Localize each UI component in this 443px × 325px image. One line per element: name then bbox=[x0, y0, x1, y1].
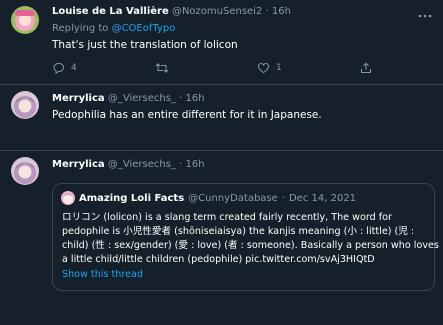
share-icon bbox=[361, 62, 371, 73]
quoted-tweet-text: ロリコン (lolicon) is a slang term created f… bbox=[62, 211, 439, 267]
quoted-tweet-avatar[interactable] bbox=[61, 191, 75, 205]
tweet-author-name[interactable]: Merrylica bbox=[52, 159, 105, 170]
tweet-author-handle[interactable]: @_Viersechs_ bbox=[108, 159, 176, 170]
quoted-text-line: ロリコン (lolicon) is a slang term created f… bbox=[62, 212, 392, 223]
tweet-author-handle[interactable]: @_Viersechs_ bbox=[108, 93, 176, 104]
retweet-button[interactable] bbox=[155, 62, 175, 74]
tweet-timestamp[interactable]: 16h bbox=[272, 6, 291, 17]
reply-icon bbox=[53, 63, 65, 74]
heart-icon bbox=[257, 62, 270, 74]
avatar-louise-image bbox=[11, 6, 39, 34]
avatar-merrylica[interactable] bbox=[11, 91, 39, 119]
separator-dot: · bbox=[179, 93, 183, 104]
replying-to: Replying to @COEofTypo bbox=[52, 22, 175, 35]
tweet-timestamp[interactable]: 16h bbox=[185, 159, 204, 170]
more-icon[interactable] bbox=[418, 6, 432, 25]
tweet-merrylica-1[interactable]: Merrylica @_Viersechs_ · 16h Pedophilia … bbox=[0, 85, 443, 151]
quoted-text-line: child) (性 : sex/gender) (愛 : love) (者 : … bbox=[62, 240, 439, 251]
separator-dot: · bbox=[179, 159, 183, 170]
tweet-author-name[interactable]: Louise de La Vallière bbox=[52, 6, 169, 17]
reply-button[interactable]: 4 bbox=[52, 62, 77, 74]
show-thread-link[interactable]: Show this thread bbox=[62, 268, 143, 281]
quoted-date[interactable]: Dec 14, 2021 bbox=[289, 192, 356, 205]
avatar-merrylica-image bbox=[11, 91, 39, 119]
separator-dot: · bbox=[265, 6, 269, 17]
separator-dot: · bbox=[281, 192, 285, 204]
quoted-text-line: pedophile is 小児性愛者 (shōniseiaisya) the k… bbox=[62, 226, 415, 237]
tweet-timestamp[interactable]: 16h bbox=[185, 93, 204, 104]
avatar-louise[interactable] bbox=[11, 6, 39, 34]
quoted-author-name[interactable]: Amazing Loli Facts bbox=[79, 192, 184, 205]
quoted-text-line: a little child/little children (pedophil… bbox=[62, 254, 375, 265]
avatar-merrylica[interactable] bbox=[11, 157, 39, 185]
tweet-louise[interactable]: Louise de La Vallière @NozomuSensei2 · 1… bbox=[0, 0, 443, 86]
tweet-text: That's just the translation of lolicon bbox=[52, 39, 238, 51]
replying-to-label: Replying to bbox=[52, 23, 109, 34]
quoted-avatar-image bbox=[61, 191, 75, 205]
tweet-author-handle[interactable]: @NozomuSensei2 bbox=[172, 6, 262, 17]
share-button[interactable] bbox=[360, 62, 372, 74]
retweet-icon bbox=[155, 63, 169, 73]
replying-to-mention[interactable]: @COEofTypo bbox=[112, 23, 176, 34]
quoted-tweet[interactable]: Amazing Loli Facts @CunnyDatabase · Dec … bbox=[52, 183, 439, 291]
tweet-author-name[interactable]: Merrylica bbox=[52, 93, 105, 104]
like-button[interactable]: 1 bbox=[257, 62, 282, 74]
reply-count: 4 bbox=[71, 63, 77, 73]
avatar-merrylica-image bbox=[11, 157, 39, 185]
like-count: 1 bbox=[276, 63, 282, 73]
quoted-author-handle[interactable]: @CunnyDatabase bbox=[188, 192, 278, 205]
tweet-text: Pedophilia has an entire different for i… bbox=[52, 109, 322, 121]
